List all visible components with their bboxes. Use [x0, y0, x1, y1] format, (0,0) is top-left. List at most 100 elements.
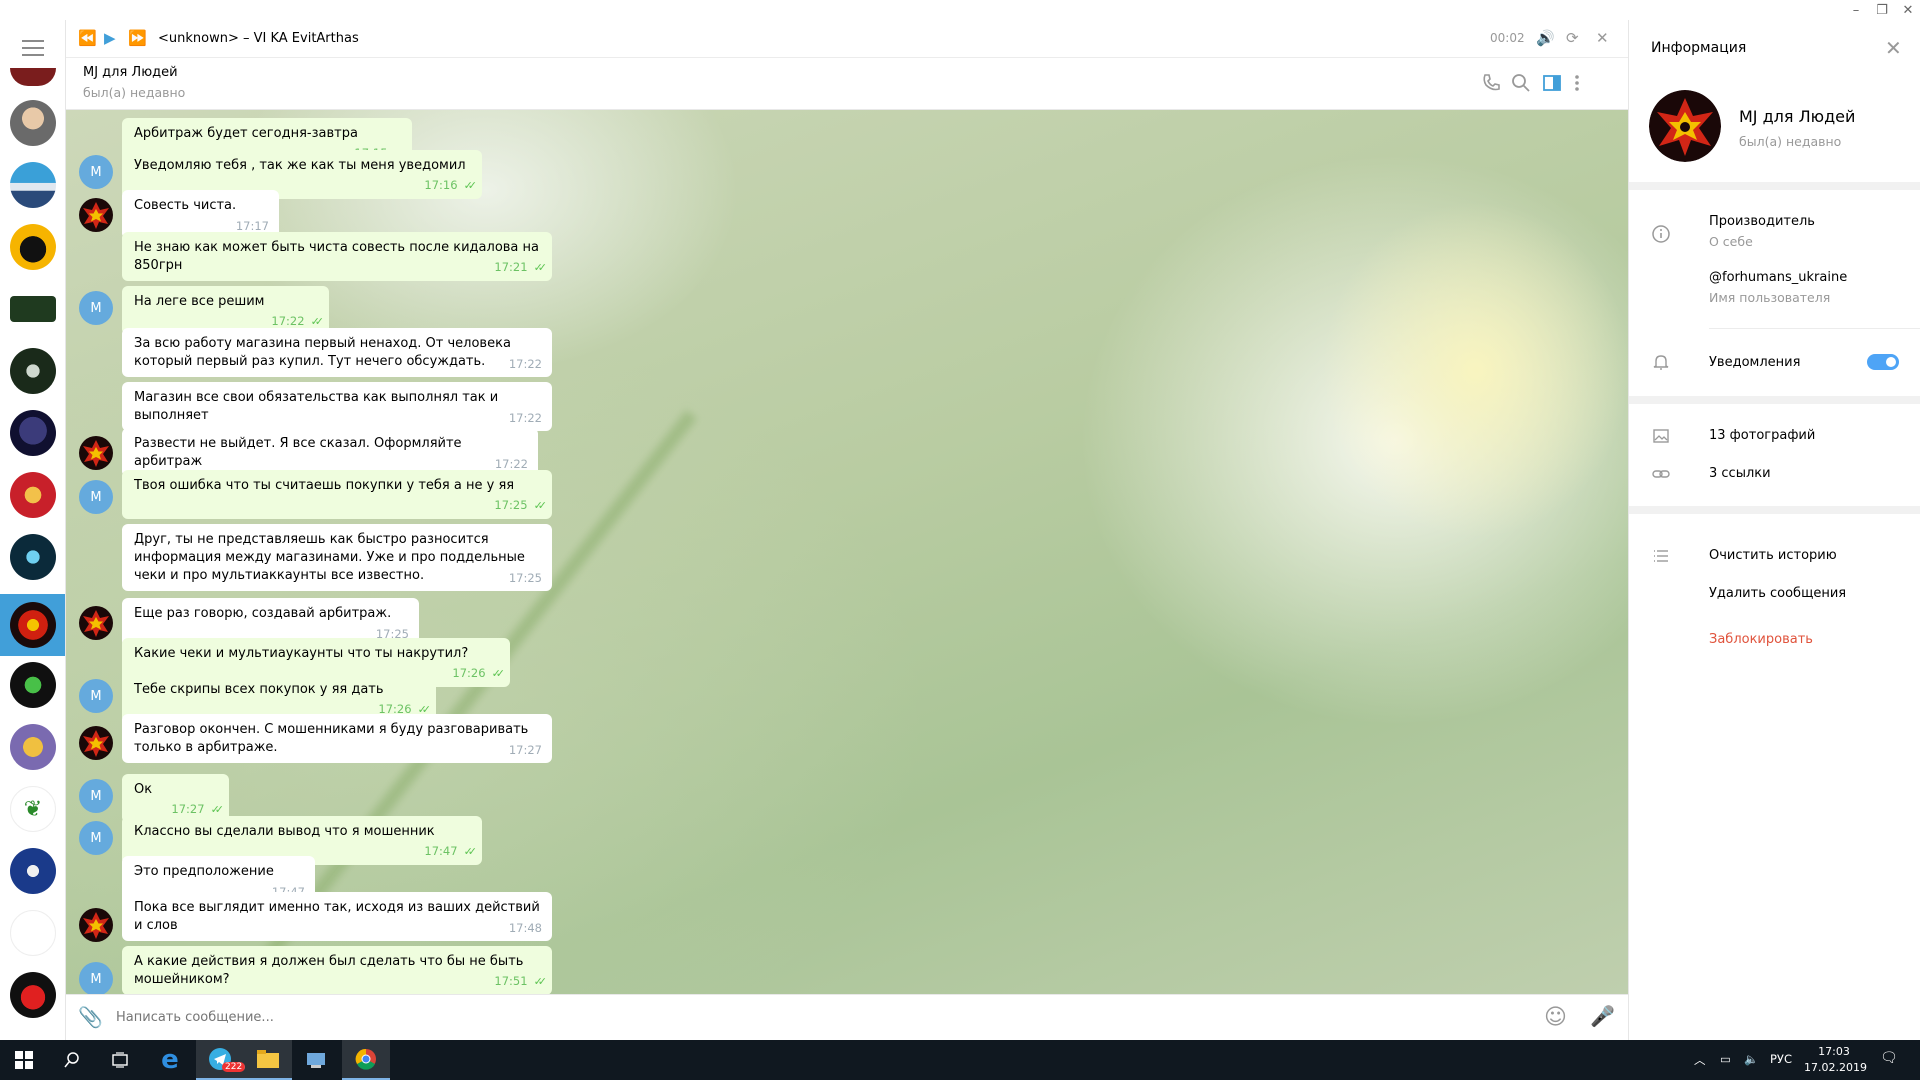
emoji-icon[interactable]: ☺ — [1544, 1005, 1567, 1030]
chat-avatar[interactable] — [10, 910, 56, 956]
phone-icon[interactable] — [1480, 72, 1502, 94]
profile-avatar[interactable] — [1649, 90, 1721, 162]
next-track-icon[interactable]: ⏩ — [128, 29, 147, 47]
microphone-icon[interactable]: 🎤 — [1590, 1004, 1615, 1028]
start-icon[interactable] — [0, 1040, 48, 1080]
incoming-message[interactable]: За всю работу магазина первый ненаход. О… — [122, 328, 552, 377]
clear-history-button[interactable]: Очистить историю — [1709, 548, 1837, 563]
chat-avatar[interactable] — [10, 848, 56, 894]
menu-icon[interactable] — [22, 40, 44, 56]
edge-icon[interactable]: e — [146, 1040, 194, 1080]
read-checkmarks-icon: ✓✓ — [463, 845, 478, 858]
clock-date: 17.02.2019 — [1804, 1061, 1867, 1074]
username-value[interactable]: @forhumans_ukraine — [1709, 270, 1847, 285]
search-taskbar-icon[interactable] — [48, 1040, 96, 1080]
sender-avatar[interactable]: М — [79, 821, 113, 855]
taskbar-clock[interactable]: 17:03 17.02.2019 — [1804, 1044, 1867, 1076]
compose-bar: 📎 ☺ 🎤 — [66, 994, 1628, 1040]
sender-avatar[interactable]: М — [79, 480, 113, 514]
close-info-icon[interactable]: ✕ — [1885, 36, 1902, 60]
incoming-message[interactable]: Магазин все свои обязательства как выпол… — [122, 382, 552, 431]
restore-icon[interactable]: ❐ — [1868, 0, 1896, 20]
message-text: Какие чеки и мультиаукаунты что ты накру… — [134, 646, 469, 661]
minimize-icon[interactable]: – — [1842, 0, 1870, 20]
outgoing-message[interactable]: А какие действия я должен был сделать чт… — [122, 946, 552, 994]
message-input[interactable] — [116, 1005, 1116, 1029]
chat-avatar[interactable] — [10, 68, 56, 86]
sender-avatar[interactable]: М — [79, 291, 113, 325]
leaf-icon[interactable]: ❦ — [10, 786, 56, 832]
sender-avatar-logo[interactable] — [79, 436, 113, 470]
file-explorer-icon[interactable] — [244, 1040, 292, 1080]
language-indicator[interactable]: РУС — [1770, 1052, 1792, 1066]
message-text: Твоя ошибка что ты считаешь покупки у те… — [134, 478, 515, 493]
chat-avatar[interactable] — [10, 972, 56, 1018]
telegram-taskbar-icon[interactable]: 222 — [196, 1040, 246, 1080]
sender-avatar-logo[interactable] — [79, 908, 113, 942]
close-player-icon[interactable]: ✕ — [1596, 29, 1609, 47]
read-checkmarks-icon: ✓✓ — [463, 179, 478, 192]
chat-avatar[interactable] — [10, 724, 56, 770]
info-panel: Информация ✕ MJ для Людей был(а) недавно… — [1628, 20, 1920, 1040]
block-button[interactable]: Заблокировать — [1709, 632, 1813, 647]
message-meta: 17:27 — [509, 741, 542, 759]
attach-icon[interactable]: 📎 — [78, 1005, 103, 1029]
links-link[interactable]: 3 ссылки — [1709, 466, 1771, 481]
speaker-icon[interactable]: 🔈 — [1744, 1052, 1758, 1066]
username-label: Имя пользователя — [1709, 290, 1831, 305]
sender-avatar[interactable]: М — [79, 962, 113, 994]
close-window-icon[interactable]: ✕ — [1894, 0, 1920, 20]
play-icon[interactable]: ▶ — [104, 29, 116, 47]
track-title[interactable]: <unknown> – VI KA EvitArthas — [158, 31, 359, 46]
more-options-icon[interactable] — [1566, 72, 1588, 94]
message-meta: 17:48 — [509, 919, 542, 937]
profile-status: был(а) недавно — [1739, 134, 1842, 149]
chat-title[interactable]: MJ для Людей — [83, 65, 178, 80]
repeat-icon[interactable]: ⟳ — [1566, 29, 1579, 47]
read-checkmarks-icon: ✓✓ — [310, 315, 325, 328]
sender-avatar[interactable]: М — [79, 779, 113, 813]
message-time: 17:17 — [235, 219, 269, 233]
telegram-unread-badge: 222 — [222, 1062, 246, 1072]
chat-avatar[interactable] — [10, 348, 56, 394]
chat-avatar[interactable] — [10, 100, 56, 146]
incoming-message[interactable]: Друг, ты не представляешь как быстро раз… — [122, 524, 552, 591]
chat-avatar[interactable] — [10, 296, 56, 322]
windows-taskbar: e 222 ︿ ▭ 🔈 РУС 17:03 17.02.2019 🗨 — [0, 1040, 1920, 1080]
previous-track-icon[interactable]: ⏪ — [78, 29, 97, 47]
chat-avatar[interactable] — [10, 662, 56, 708]
tray-chevron-icon[interactable]: ︿ — [1694, 1052, 1706, 1068]
delete-messages-button[interactable]: Удалить сообщения — [1709, 586, 1846, 601]
sender-avatar-logo[interactable] — [79, 726, 113, 760]
chat-avatar-active[interactable] — [10, 602, 56, 648]
outgoing-message[interactable]: Не знаю как может быть чиста совесть пос… — [122, 232, 552, 281]
chat-messages-area[interactable]: ⌄ Арбитраж будет сегодня-завтра17:15✓✓МУ… — [66, 110, 1628, 994]
message-text: Совесть чиста. — [134, 198, 237, 213]
sidebar-toggle-icon[interactable] — [1541, 72, 1563, 94]
chat-avatar[interactable] — [10, 410, 56, 456]
notifications-center-icon[interactable]: 🗨 — [1880, 1050, 1898, 1066]
message-text: Магазин все свои обязательства как выпол… — [134, 390, 499, 423]
sender-avatar-logo[interactable] — [79, 606, 113, 640]
chat-avatar[interactable] — [10, 534, 56, 580]
task-view-icon[interactable] — [96, 1040, 144, 1080]
sender-avatar[interactable]: М — [79, 679, 113, 713]
outgoing-message[interactable]: Твоя ошибка что ты считаешь покупки у те… — [122, 470, 552, 519]
chrome-icon[interactable] — [342, 1040, 390, 1080]
clock-time: 17:03 — [1818, 1045, 1850, 1058]
message-time: 17:16 — [424, 178, 458, 192]
sender-avatar[interactable]: М — [79, 155, 113, 189]
sender-avatar-logo[interactable] — [79, 198, 113, 232]
volume-icon[interactable]: 🔊 — [1536, 29, 1555, 47]
network-icon[interactable]: ▭ — [1720, 1052, 1731, 1066]
chat-avatar[interactable] — [10, 224, 56, 270]
chat-avatar[interactable] — [10, 162, 56, 208]
incoming-message[interactable]: Пока все выглядит именно так, исходя из … — [122, 892, 552, 941]
incoming-message[interactable]: Разговор окончен. С мошенниками я буду р… — [122, 714, 552, 763]
app-taskbar-icon[interactable] — [292, 1040, 340, 1080]
search-icon[interactable] — [1510, 72, 1532, 94]
photos-link[interactable]: 13 фотографий — [1709, 428, 1815, 443]
notifications-toggle[interactable] — [1867, 354, 1899, 370]
message-time: 17:22 — [508, 357, 542, 371]
chat-avatar[interactable] — [10, 472, 56, 518]
